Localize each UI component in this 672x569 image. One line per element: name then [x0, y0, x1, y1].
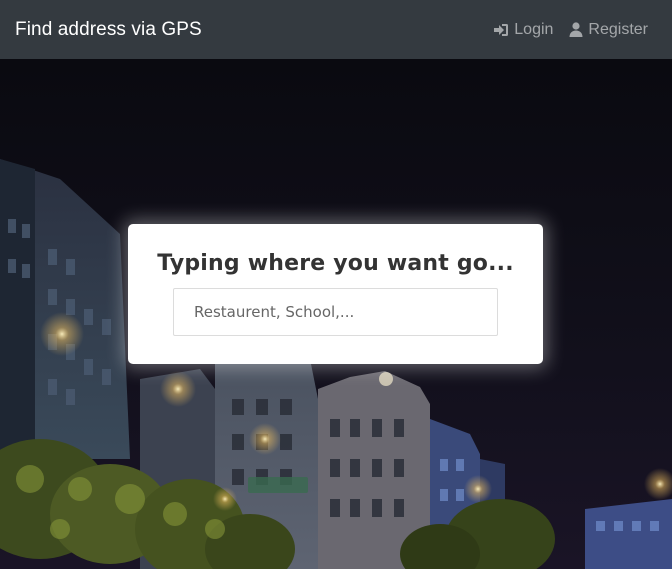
register-label: Register	[588, 20, 648, 38]
register-link[interactable]: Register	[569, 21, 648, 39]
brand-title[interactable]: Find address via GPS	[15, 19, 202, 41]
sign-in-icon	[493, 23, 509, 37]
search-card: Typing where you want go...	[128, 224, 543, 364]
nav-links: Login Register	[493, 21, 648, 39]
search-input[interactable]	[173, 288, 498, 336]
login-link[interactable]: Login	[493, 21, 553, 39]
user-icon	[569, 22, 583, 37]
top-navbar: Find address via GPS Login Register	[0, 0, 672, 59]
search-heading: Typing where you want go...	[157, 251, 514, 276]
login-label: Login	[514, 20, 554, 38]
